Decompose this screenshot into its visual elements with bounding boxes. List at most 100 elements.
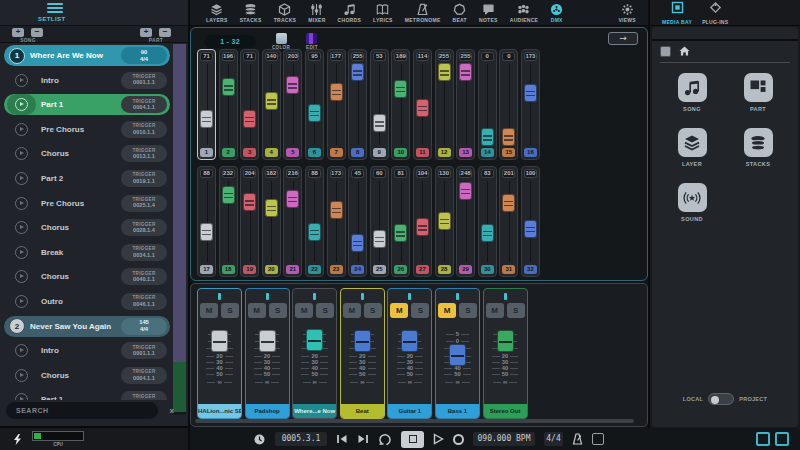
- setlist-part-item[interactable]: Outro TRIGGER0046.1.1: [4, 291, 170, 312]
- layout-toggle-right-button[interactable]: [775, 432, 789, 446]
- dmx-fader-handle[interactable]: [286, 76, 299, 94]
- tempo-display[interactable]: 090.000 BPM: [473, 432, 535, 446]
- dmx-fader-track[interactable]: [394, 179, 407, 264]
- dmx-next-page-button[interactable]: →: [608, 32, 638, 45]
- dmx-fader-25[interactable]: 60 25: [370, 166, 389, 277]
- part-play-button[interactable]: [7, 389, 36, 400]
- tab-plug-ins[interactable]: PLUG-INS: [702, 0, 728, 25]
- home-icon[interactable]: [679, 46, 690, 56]
- channel-fader[interactable]: 501020304050∞: [248, 323, 287, 402]
- part-play-button[interactable]: [7, 143, 36, 164]
- solo-button[interactable]: S: [507, 303, 525, 318]
- dmx-fader-handle[interactable]: [394, 224, 407, 242]
- dmx-fader-track[interactable]: [394, 62, 407, 147]
- dmx-fader-track[interactable]: [200, 179, 213, 264]
- part-play-button[interactable]: [7, 242, 36, 263]
- dmx-fader-track[interactable]: [265, 179, 278, 264]
- dmx-fader-handle[interactable]: [373, 230, 386, 248]
- setlist-part-item[interactable]: Part 1 TRIGGER0004.1.1: [4, 94, 170, 115]
- dmx-fader-19[interactable]: 204 19: [240, 166, 259, 277]
- part-play-button[interactable]: [7, 193, 36, 214]
- dmx-fader-handle[interactable]: [502, 194, 515, 212]
- dmx-fader-track[interactable]: [265, 62, 278, 147]
- dmx-fader-28[interactable]: 130 28: [435, 166, 454, 277]
- dmx-fader-track[interactable]: [222, 62, 235, 147]
- dmx-fader-31[interactable]: 201 31: [499, 166, 518, 277]
- setlist-song-item[interactable]: 1 Where Are We Now 904/4: [4, 45, 170, 66]
- media-item-sound[interactable]: SOUND: [677, 183, 707, 222]
- dmx-fader-12[interactable]: 255 12: [435, 49, 454, 160]
- dmx-fader-handle[interactable]: [351, 63, 364, 81]
- dmx-fader-track[interactable]: [373, 179, 386, 264]
- dmx-fader-11[interactable]: 114 11: [413, 49, 432, 160]
- tab-notes[interactable]: NOTES: [473, 3, 504, 23]
- dmx-fader-6[interactable]: 95 6: [305, 49, 324, 160]
- dmx-fader-4[interactable]: 140 4: [262, 49, 281, 160]
- tab-views[interactable]: VIEWS: [612, 3, 642, 23]
- search-clear-icon[interactable]: x: [170, 406, 174, 415]
- metronome-click-icon[interactable]: [572, 433, 583, 445]
- dmx-fader-track[interactable]: [330, 62, 343, 147]
- dmx-fader-handle[interactable]: [416, 99, 429, 117]
- dmx-fader-handle[interactable]: [308, 223, 321, 241]
- media-item-layer[interactable]: LAYER: [677, 128, 707, 167]
- stop-button[interactable]: [401, 431, 424, 448]
- solo-button[interactable]: S: [364, 303, 382, 318]
- tab-beat[interactable]: BEAT: [447, 3, 473, 23]
- setlist-menu-icon[interactable]: [47, 3, 63, 13]
- channel-fader-handle[interactable]: [401, 330, 418, 352]
- remove-song-button[interactable]: −: [31, 28, 43, 37]
- part-play-button[interactable]: [7, 168, 36, 189]
- dmx-fader-24[interactable]: 45 24: [348, 166, 367, 277]
- dmx-fader-track[interactable]: [351, 179, 364, 264]
- dmx-fader-handle[interactable]: [481, 224, 494, 242]
- channel-fader-handle[interactable]: [211, 330, 228, 352]
- dmx-fader-handle[interactable]: [200, 110, 213, 128]
- remove-part-button[interactable]: −: [159, 28, 171, 37]
- setlist-part-item[interactable]: Chorus TRIGGER0028.1.4: [4, 217, 170, 238]
- dmx-fader-handle[interactable]: [373, 114, 386, 132]
- setlist-scroll-overview[interactable]: [173, 44, 186, 415]
- mixer-channel-bass-1[interactable]: M S 501020304050∞ Bass 1: [435, 288, 480, 419]
- dmx-fader-track[interactable]: [438, 179, 451, 264]
- tab-layers[interactable]: LAYERS: [200, 3, 234, 23]
- dmx-fader-1[interactable]: 71 1: [197, 49, 216, 160]
- setlist-part-item[interactable]: Part 1 TRIGGER0010.1.1: [4, 389, 170, 400]
- setlist-part-item[interactable]: Intro TRIGGER0001.1.1: [4, 70, 170, 91]
- time-signature-display[interactable]: 4/4: [544, 432, 563, 446]
- solo-button[interactable]: S: [269, 303, 287, 318]
- channel-fader-handle[interactable]: [306, 329, 323, 351]
- dmx-fader-29[interactable]: 248 29: [456, 166, 475, 277]
- solo-button[interactable]: S: [316, 303, 334, 318]
- dmx-fader-track[interactable]: [308, 179, 321, 264]
- dmx-fader-track[interactable]: [438, 62, 451, 147]
- setlist-part-item[interactable]: Chorus TRIGGER0013.1.1: [4, 143, 170, 164]
- tab-stacks[interactable]: STACKS: [234, 3, 268, 23]
- mute-button[interactable]: M: [343, 303, 361, 318]
- setlist-part-item[interactable]: Pre Chorus TRIGGER0010.1.1: [4, 119, 170, 140]
- go-to-end-button[interactable]: [357, 434, 369, 444]
- dmx-fader-track[interactable]: [416, 179, 429, 264]
- tab-tracks[interactable]: TRACKS: [268, 3, 303, 23]
- dmx-fader-handle[interactable]: [243, 110, 256, 128]
- dmx-fader-track[interactable]: [416, 62, 429, 147]
- search-input[interactable]: SEARCH: [6, 402, 158, 419]
- dmx-fader-handle[interactable]: [265, 92, 278, 110]
- dmx-fader-handle[interactable]: [459, 182, 472, 200]
- dmx-fader-21[interactable]: 216 21: [283, 166, 302, 277]
- channel-fader[interactable]: 501020304050∞: [390, 323, 429, 402]
- mixer-channel-halion-nic-se[interactable]: M S 501020304050∞ HALion...nic SE: [197, 288, 242, 419]
- dmx-fader-handle[interactable]: [502, 128, 515, 146]
- channel-fader[interactable]: 501020304050∞: [438, 323, 477, 402]
- layout-toggle-left-button[interactable]: [756, 432, 770, 446]
- dmx-fader-9[interactable]: 53 9: [370, 49, 389, 160]
- tab-chords[interactable]: CHORDS: [332, 3, 367, 23]
- dmx-fader-13[interactable]: 255 13: [456, 49, 475, 160]
- dmx-fader-14[interactable]: 0 14: [478, 49, 497, 160]
- dmx-fader-27[interactable]: 104 27: [413, 166, 432, 277]
- part-play-button[interactable]: [7, 119, 36, 140]
- dmx-fader-handle[interactable]: [481, 128, 494, 146]
- channel-fader[interactable]: 501020304050∞: [200, 323, 239, 402]
- dmx-fader-16[interactable]: 173 16: [521, 49, 540, 160]
- part-play-button[interactable]: [7, 70, 36, 91]
